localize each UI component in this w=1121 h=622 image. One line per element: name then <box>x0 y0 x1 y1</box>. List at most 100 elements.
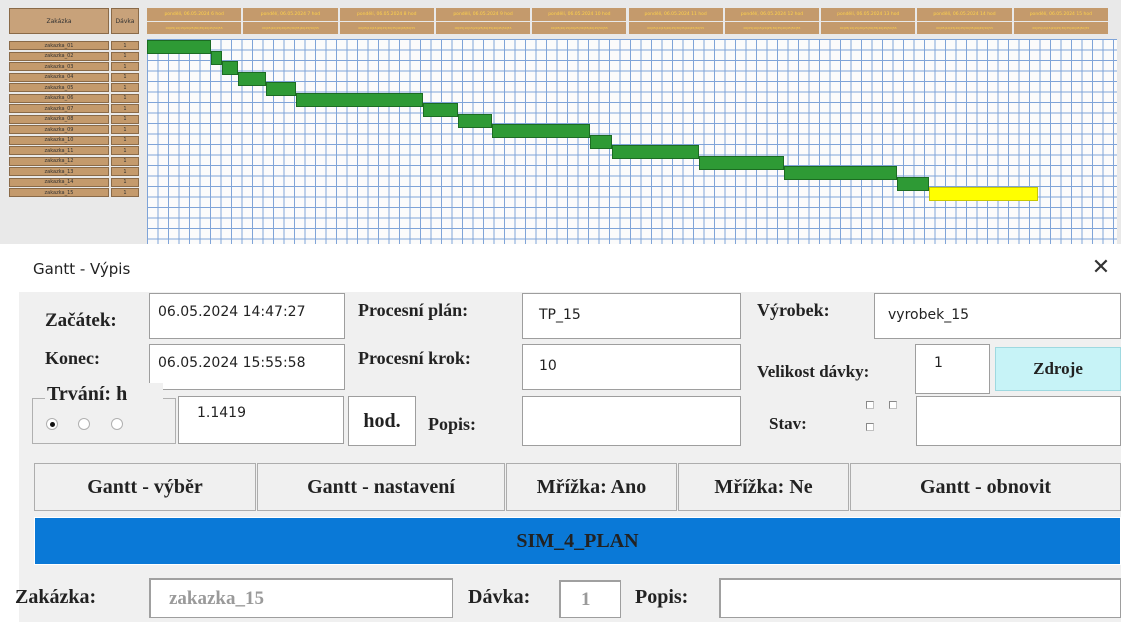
row-davka: 1 <box>111 114 139 124</box>
row-label[interactable]: zakazka_01 <box>9 41 109 50</box>
gantt-bar[interactable] <box>458 113 493 128</box>
hod-unit: hod. <box>348 396 416 446</box>
stav-checkbox-1[interactable] <box>866 401 874 409</box>
popis2-label: Popis: <box>635 586 689 608</box>
row-davka: 1 <box>111 156 139 166</box>
gantt-bar[interactable] <box>896 176 929 191</box>
hour-header-label: pondělí, 06.05.2024 13 hod <box>837 11 900 17</box>
hour-header: pondělí, 06.05.2024 15 hod 00|05|10|15|20… <box>1013 8 1109 34</box>
row-label[interactable]: zakazka_13 <box>9 167 109 176</box>
gantt-bar[interactable] <box>928 187 1038 201</box>
row-label[interactable]: zakazka_09 <box>9 125 109 134</box>
hour-header-minutes: 00|05|10|15|20|25|30|35|40|45|50|55 <box>821 21 916 33</box>
gantt-vypis-dialog: Gantt - Výpis ✕ Začátek: 06.05.2024 14:4… <box>15 244 1121 622</box>
gantt-bar[interactable] <box>147 40 212 54</box>
row-davka: 1 <box>111 146 139 155</box>
row-label[interactable]: zakazka_15 <box>9 188 109 197</box>
gantt-bar[interactable] <box>784 166 897 180</box>
zdroje-button[interactable]: Zdroje <box>995 347 1121 391</box>
row-label[interactable]: zakazka_06 <box>9 93 109 103</box>
hour-header: pondělí, 06.05.2024 13 hod 00|05|10|15|20… <box>821 8 917 34</box>
hour-header-label: pondělí, 06.05.2024 9 hod <box>453 11 513 17</box>
row-label[interactable]: zakazka_05 <box>9 83 109 92</box>
gantt-bar[interactable] <box>238 71 266 86</box>
vyrobek-label: Výrobek: <box>757 300 830 320</box>
row-label[interactable]: zakazka_07 <box>9 104 109 113</box>
procesni-krok-field[interactable]: 10 <box>522 344 741 390</box>
procesni-plan-field[interactable]: TP_15 <box>522 293 741 339</box>
velikost-davky-field[interactable]: 1 <box>915 344 990 394</box>
gantt-chart: Zakázka Dávka pondělí, 06.05.2024 6 hod 0… <box>0 0 1121 244</box>
zacatek-field[interactable]: 06.05.2024 14:47:27 <box>149 293 345 339</box>
stav-field[interactable] <box>916 396 1121 446</box>
trvani-hod-radio[interactable] <box>46 418 58 430</box>
hour-header: pondělí, 06.05.2024 9 hod 00|05|10|15|20|… <box>435 8 532 34</box>
gantt-bar[interactable] <box>211 50 223 65</box>
row-label[interactable]: zakazka_03 <box>9 62 109 71</box>
gantt-obnovit-button[interactable]: Gantt - obnovit <box>850 463 1121 511</box>
gantt-bar[interactable] <box>265 82 297 96</box>
konec-label: Konec: <box>45 348 100 368</box>
popis2-field[interactable] <box>719 578 1121 618</box>
header-zakazka: Zakázka <box>9 8 109 34</box>
gantt-bar[interactable] <box>423 103 459 117</box>
trvani-sec-radio[interactable] <box>111 418 123 430</box>
popis-field[interactable] <box>522 396 741 446</box>
trvani-field[interactable]: 1.1419 <box>178 396 344 444</box>
davka-field[interactable]: 1 <box>559 580 621 618</box>
gantt-bar[interactable] <box>222 61 239 75</box>
row-davka: 1 <box>111 135 139 145</box>
procesni-krok-label: Procesní krok: <box>358 348 471 368</box>
hour-header: pondělí, 06.05.2024 10 hod 00|05|10|15|20… <box>532 8 628 34</box>
hour-header: pondělí, 06.05.2024 7 hod 00|05|10|15|20|… <box>243 8 339 34</box>
row-davka: 1 <box>111 167 139 176</box>
procesni-plan-label: Procesní plán: <box>358 300 469 320</box>
trvani-min-radio[interactable] <box>78 418 90 430</box>
mrizka-ano-button[interactable]: Mřížka: Ano <box>506 463 677 511</box>
row-label[interactable]: zakazka_14 <box>9 177 109 187</box>
row-label[interactable]: zakazka_10 <box>9 135 109 145</box>
vyrobek-field[interactable]: vyrobek_15 <box>874 293 1121 339</box>
row-davka: 1 <box>111 104 139 113</box>
row-label[interactable]: zakazka_11 <box>9 146 109 155</box>
row-label[interactable]: zakazka_12 <box>9 156 109 166</box>
gantt-vyber-button[interactable]: Gantt - výběr <box>34 463 256 511</box>
gantt-bar[interactable] <box>492 124 590 138</box>
hour-header-label: pondělí, 06.05.2024 10 hod <box>548 11 611 17</box>
row-label[interactable]: zakazka_08 <box>9 114 109 124</box>
konec-field[interactable]: 06.05.2024 15:55:58 <box>149 344 345 390</box>
hour-header-label: pondělí, 06.05.2024 7 hod <box>260 11 321 17</box>
hour-header-label: pondělí, 06.05.2024 11 hod <box>644 11 707 17</box>
row-davka: 1 <box>111 177 139 187</box>
row-davka: 1 <box>111 72 139 82</box>
gantt-bar[interactable] <box>296 92 424 107</box>
close-icon[interactable]: ✕ <box>1089 256 1113 280</box>
dialog-title: Gantt - Výpis <box>33 260 131 278</box>
gantt-bar[interactable] <box>589 134 613 149</box>
hour-header-minutes: 00|05|10|15|20|25|30|35|40|45|50|55 <box>917 21 1012 33</box>
row-label[interactable]: zakazka_04 <box>9 72 109 82</box>
zacatek-label: Začátek: <box>45 310 117 331</box>
gantt-grid[interactable] <box>147 39 1117 244</box>
hour-header-minutes: 00|05|10|15|20|25|30|35|40|45|50|55 <box>339 21 434 33</box>
hour-header: pondělí, 06.05.2024 14 hod 00|05|10|15|20… <box>917 8 1013 34</box>
hour-header-minutes: 00|05|10|15|20|25|30|35|40|45|50|55 <box>435 21 531 33</box>
header-davka: Dávka <box>111 8 139 34</box>
gantt-nastaveni-button[interactable]: Gantt - nastavení <box>257 463 505 511</box>
stav-checkbox-3[interactable] <box>866 423 874 431</box>
hour-header: pondělí, 06.05.2024 12 hod 00|05|10|15|20… <box>724 8 821 34</box>
row-label[interactable]: zakazka_02 <box>9 51 109 61</box>
trvani-label: Trvání: h <box>45 383 163 406</box>
gantt-bar[interactable] <box>699 155 785 170</box>
gantt-bar[interactable] <box>612 145 700 159</box>
hour-header-minutes: 00|05|10|15|20|25|30|35|40|45|50|55 <box>532 21 627 33</box>
hour-header-minutes: 00|05|10|15|20|25|30|35|40|45|50|55 <box>147 21 242 33</box>
stav-checkbox-2[interactable] <box>889 401 897 409</box>
zakazka-field[interactable]: zakazka_15 <box>149 578 453 618</box>
mrizka-ne-button[interactable]: Mřížka: Ne <box>678 463 849 511</box>
zakazka-label: Zakázka: <box>15 586 97 608</box>
hour-header-minutes: 00|05|10|15|20|25|30|35|40|45|50|55 <box>628 21 723 33</box>
hour-header-label: pondělí, 06.05.2024 12 hod <box>740 11 804 17</box>
row-davka: 1 <box>111 125 139 134</box>
stav-label: Stav: <box>769 414 807 433</box>
